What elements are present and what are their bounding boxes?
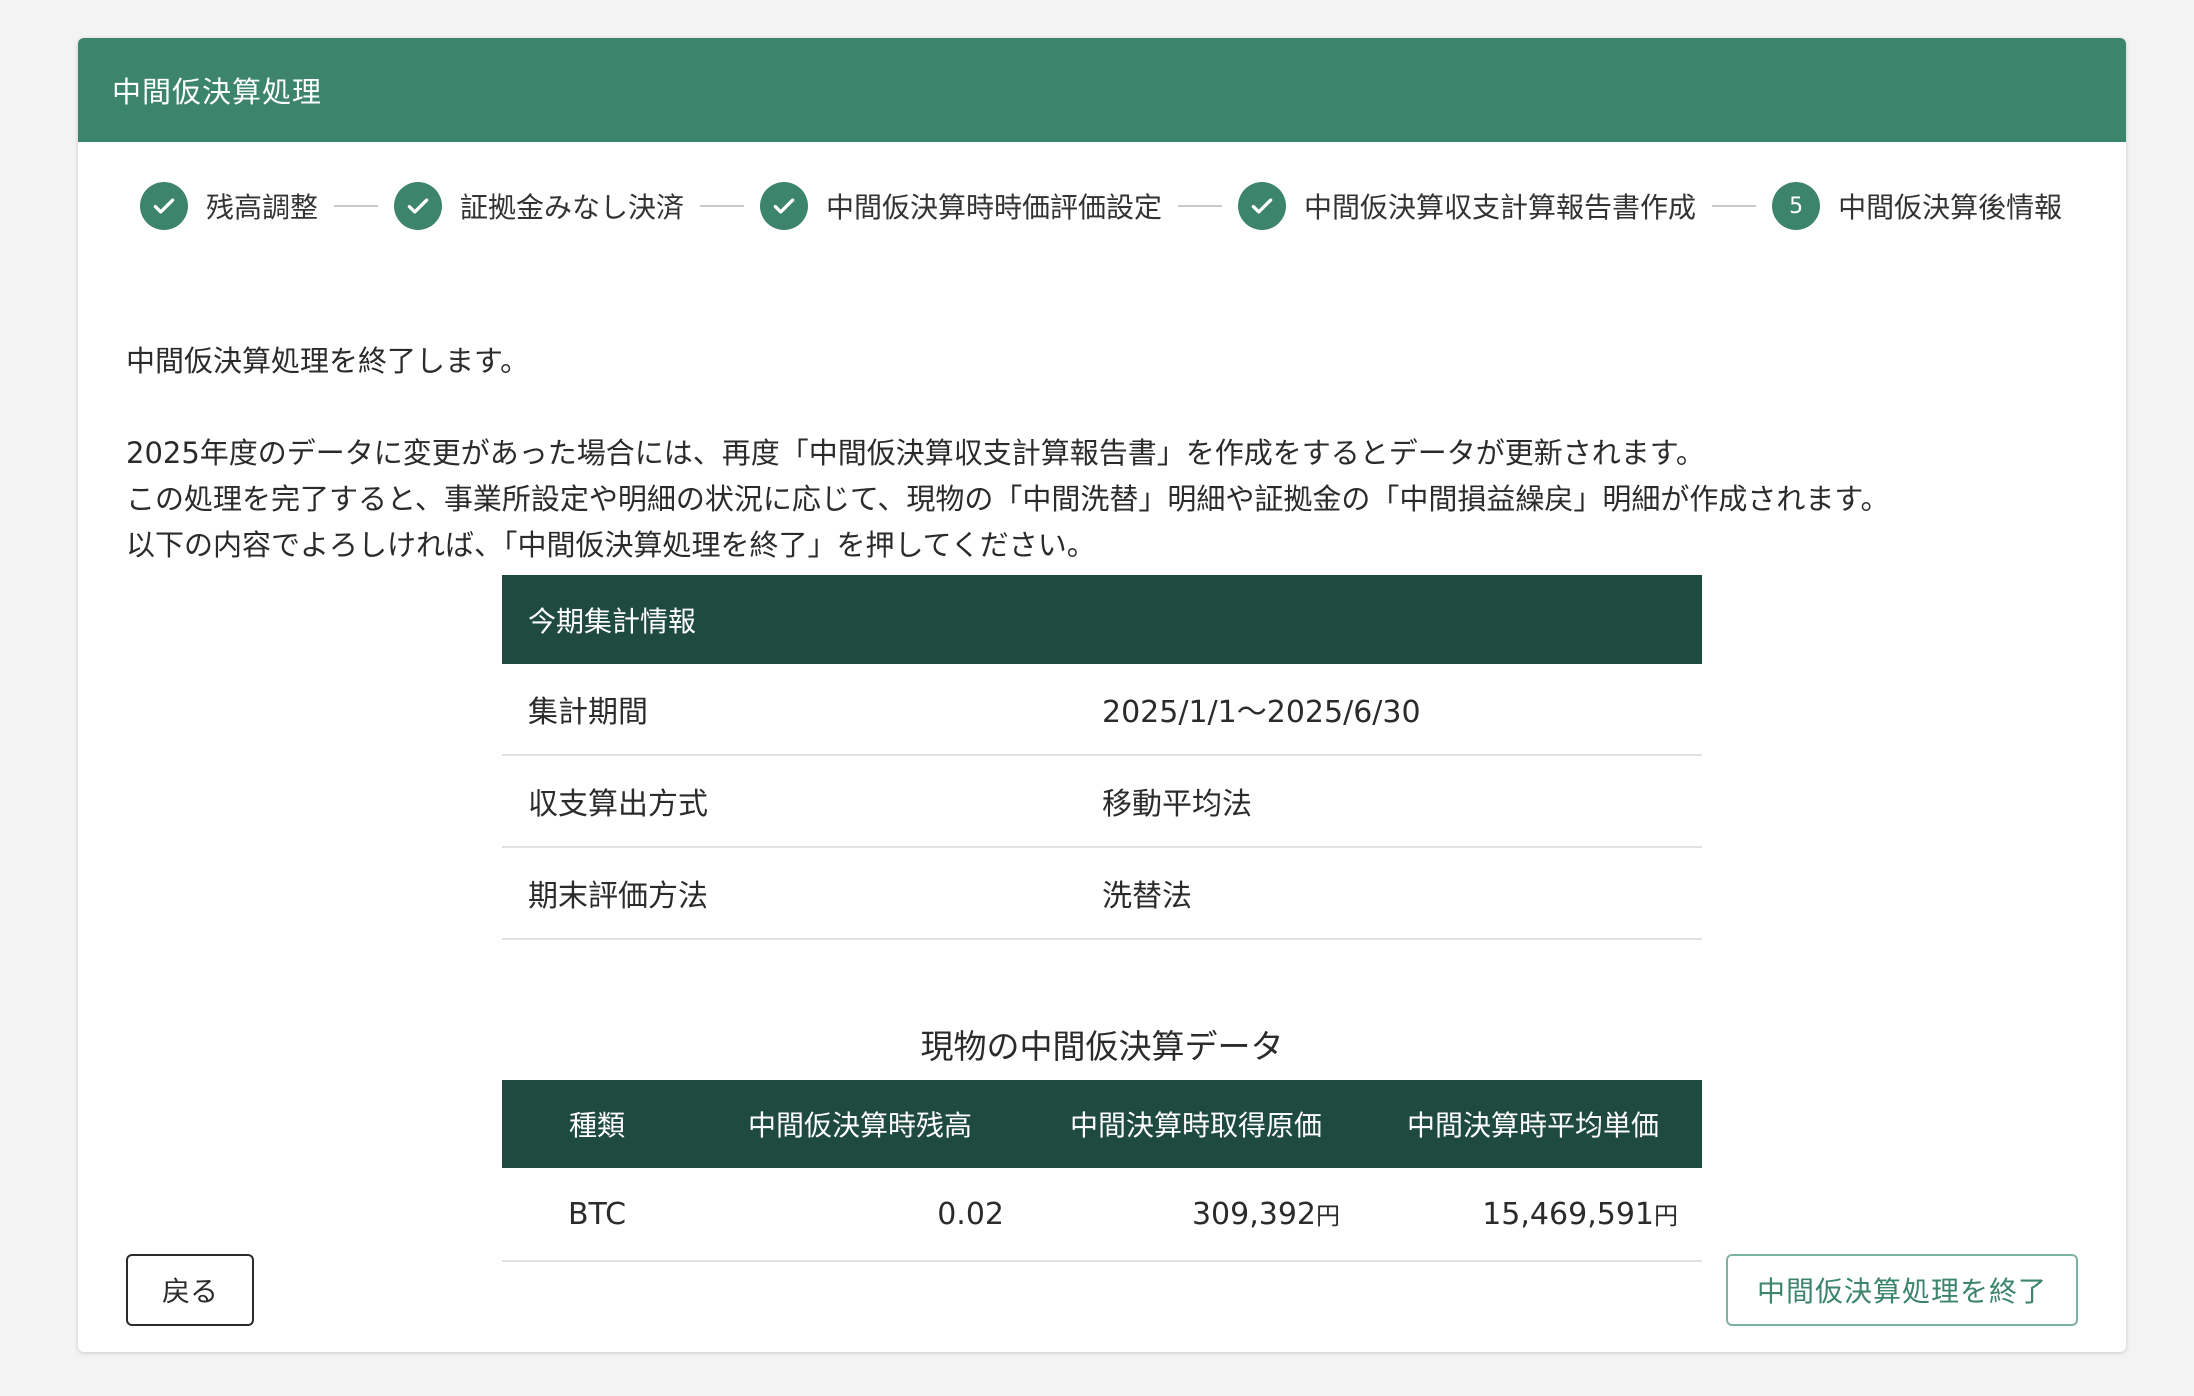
- yen-unit: 円: [1654, 1202, 1678, 1230]
- column-header: 種類: [568, 1109, 625, 1142]
- finish-closing-button[interactable]: 中間仮決算処理を終了: [1726, 1254, 2078, 1326]
- summary-value: 洗替法: [1102, 879, 1192, 914]
- step-market-valuation: 中間仮決算時時価評価設定: [760, 182, 1162, 230]
- check-icon: [394, 182, 443, 230]
- back-button[interactable]: 戻る: [126, 1254, 254, 1326]
- summary-table: 今期集計情報 集計期間 2025/1/1〜2025/6/30 収支算出方式 移動…: [502, 575, 1702, 940]
- intro-line: 以下の内容でよろしければ、「中間仮決算処理を終了」を押してください。: [126, 528, 1096, 562]
- step-connector: [700, 205, 745, 207]
- step-number-badge: 5: [1772, 182, 1821, 230]
- step-report-creation: 中間仮決算収支計算報告書作成: [1238, 182, 1696, 230]
- summary-label: 集計期間: [528, 695, 648, 730]
- step-margin-settlement: 証拠金みなし決済: [394, 182, 684, 230]
- spot-section-title: 現物の中間仮決算データ: [920, 1027, 1284, 1066]
- spot-data-table: 種類 中間仮決算時残高 中間決算時取得原価 中間決算時平均単価 BTC 0.02…: [502, 1080, 1702, 1262]
- summary-heading: 今期集計情報: [502, 575, 1702, 664]
- cost-value: 309,392: [1191, 1197, 1316, 1232]
- intro-line: 中間仮決算処理を終了します。: [126, 344, 530, 378]
- intro-line: この処理を完了すると、事業所設定や明細の状況に応じて、現物の「中間洗替」明細や証…: [126, 482, 1890, 516]
- cell-avg-price: 15,469,591円: [1364, 1196, 1702, 1232]
- card-header: 中間仮決算処理: [78, 38, 2126, 142]
- check-icon: [140, 182, 188, 230]
- interim-closing-card: 中間仮決算処理 残高調整 証拠金みなし決済 中間仮決算時時価評価設定 中間仮決算…: [78, 38, 2126, 1352]
- step-label: 中間仮決算収支計算報告書作成: [1304, 191, 1697, 224]
- summary-value: 移動平均法: [1102, 787, 1252, 822]
- column-header: 中間決算時平均単価: [1406, 1109, 1659, 1142]
- summary-label: 期末評価方法: [528, 879, 708, 914]
- cell-cost: 309,392円: [1028, 1196, 1364, 1232]
- table-row: 集計期間 2025/1/1〜2025/6/30: [502, 664, 1702, 756]
- table-row: 収支算出方式 移動平均法: [502, 756, 1702, 848]
- avg-price-value: 15,469,591: [1482, 1197, 1654, 1232]
- check-icon: [760, 182, 809, 230]
- step-connector: [1712, 205, 1757, 207]
- step-balance-adjust: 残高調整: [140, 182, 318, 230]
- cell-type: BTC: [567, 1196, 627, 1232]
- column-header: 中間仮決算時残高: [747, 1109, 972, 1142]
- cell-balance: 0.02: [937, 1196, 1004, 1232]
- table-header-row: 種類 中間仮決算時残高 中間決算時取得原価 中間決算時平均単価: [502, 1080, 1702, 1168]
- summary-label: 収支算出方式: [528, 787, 708, 822]
- column-header: 中間決算時取得原価: [1069, 1109, 1322, 1142]
- check-icon: [1238, 182, 1287, 230]
- table-row: BTC 0.02 309,392円 15,469,591円: [502, 1168, 1702, 1262]
- step-label: 中間仮決算時時価評価設定: [826, 191, 1163, 224]
- step-label: 証拠金みなし決済: [460, 191, 685, 224]
- page-title: 中間仮決算処理: [112, 75, 323, 109]
- stepper: 残高調整 証拠金みなし決済 中間仮決算時時価評価設定 中間仮決算収支計算報告書作…: [140, 180, 2062, 232]
- intro-text: 中間仮決算処理を終了します。 2025年度のデータに変更があった場合には、再度「…: [126, 338, 1890, 568]
- summary-value: 2025/1/1〜2025/6/30: [1102, 695, 1421, 730]
- yen-unit: 円: [1316, 1202, 1340, 1230]
- intro-line: 2025年度のデータに変更があった場合には、再度「中間仮決算収支計算報告書」を作…: [126, 436, 1705, 470]
- table-row: 期末評価方法 洗替法: [502, 848, 1702, 940]
- step-label: 残高調整: [206, 191, 319, 224]
- step-label: 中間仮決算後情報: [1838, 191, 2063, 224]
- step-connector: [334, 205, 379, 207]
- step-post-info: 5 中間仮決算後情報: [1772, 182, 2062, 230]
- step-connector: [1178, 205, 1223, 207]
- step-number: 5: [1789, 193, 1804, 219]
